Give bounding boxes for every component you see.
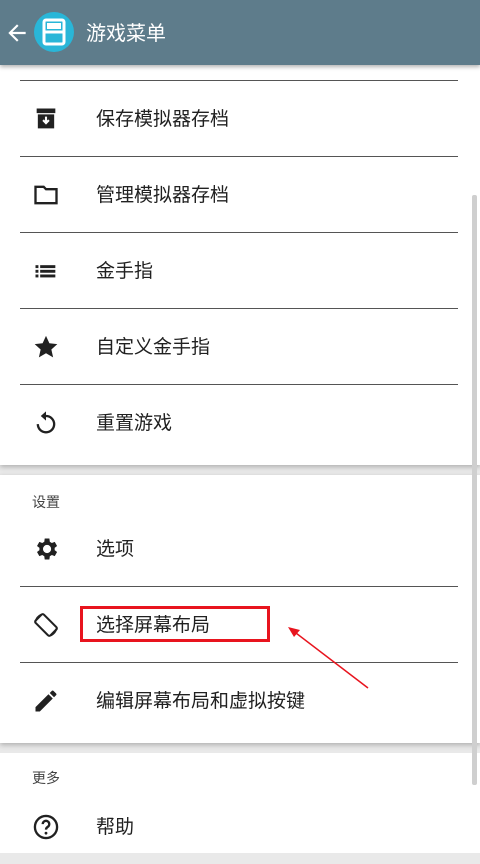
menu-item-label: 重置游戏	[96, 412, 173, 434]
settings-item-label: 选项	[96, 538, 135, 560]
settings-item-label: 编辑屏幕布局和虚拟按键	[96, 690, 306, 712]
annotation-arrow-icon	[288, 627, 369, 689]
section-header-settings: 设置	[32, 495, 60, 511]
scrollbar[interactable]	[472, 195, 477, 785]
highlight-box	[80, 606, 270, 642]
star-icon	[34, 335, 58, 358]
settings-item-edit-layout[interactable]: 编辑屏幕布局和虚拟按键	[20, 663, 458, 738]
menu-item-label: 金手指	[96, 260, 154, 282]
gear-icon	[37, 538, 58, 560]
section-header-more: 更多	[32, 771, 60, 787]
save-archive-icon	[36, 108, 56, 129]
menu-item-label: 管理模拟器存档	[96, 184, 230, 206]
game-menu-card: 保存模拟器存档 管理模拟器存档 金手指 自定义金手指 重置游戏	[0, 65, 480, 465]
more-card: 更多 帮助	[0, 753, 480, 853]
page-title: 游戏菜单	[86, 21, 166, 45]
folder-icon	[34, 185, 58, 205]
menu-item-cheats[interactable]: 金手指	[20, 233, 458, 309]
arrow-left-icon[interactable]	[4, 20, 30, 46]
pencil-icon	[35, 690, 57, 712]
menu-item-manage-states[interactable]: 管理模拟器存档	[20, 157, 458, 233]
menu-item-custom-cheats[interactable]: 自定义金手指	[20, 309, 458, 385]
screen-rotation-icon	[34, 613, 58, 637]
help-icon	[33, 814, 59, 840]
menu-item-reset-game[interactable]: 重置游戏	[20, 385, 458, 460]
reset-icon	[36, 411, 56, 434]
more-item-label: 帮助	[96, 816, 135, 838]
menu-item-save-state[interactable]: 保存模拟器存档	[20, 81, 458, 157]
menu-item-label: 自定义金手指	[96, 336, 211, 358]
menu-item-label: 保存模拟器存档	[96, 108, 230, 130]
settings-item-options[interactable]: 选项	[20, 511, 458, 587]
ds-logo-icon	[34, 12, 74, 52]
list-icon	[35, 265, 56, 278]
app-bar: 游戏菜单	[0, 0, 480, 65]
